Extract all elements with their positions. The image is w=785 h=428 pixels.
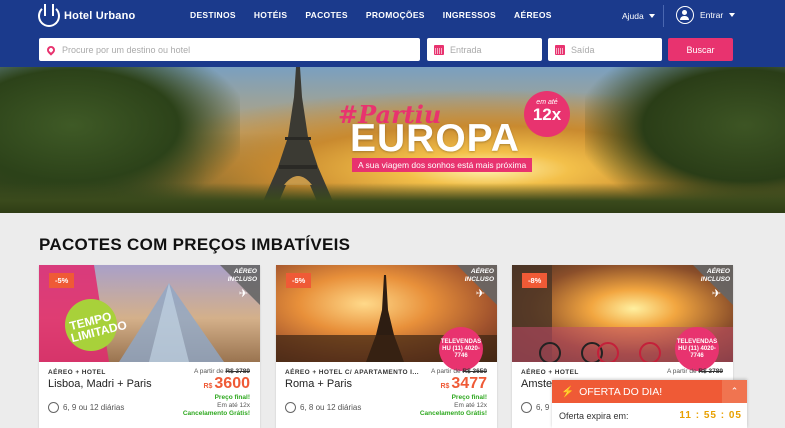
sun-icon (48, 402, 59, 413)
nav-destinos[interactable]: DESTINOS (190, 10, 236, 20)
lightning-icon: ⚡ (561, 386, 575, 398)
airplane-icon: ✈ (238, 288, 248, 300)
discount-badge: -5% (286, 273, 312, 288)
price-from-label: A partir de (430, 368, 461, 375)
help-label: Ajuda (622, 11, 644, 21)
section-title: PACOTES COM PREÇOS IMBATÍVEIS (39, 235, 351, 254)
flight-included-label: AÉREO INCLUSO (227, 268, 257, 283)
package-destination: Roma + Paris (285, 378, 352, 390)
installments-badge: em até 12x (524, 91, 570, 137)
hero-banner[interactable]: #Partiu EUROPA A sua viagem dos sonhos e… (0, 67, 785, 213)
price-from: A partir de R$ 3659 (431, 368, 487, 375)
nav-hoteis[interactable]: HOTÉIS (254, 10, 287, 20)
sun-icon (521, 402, 532, 413)
days-label: 6, 9 (536, 403, 550, 412)
televendas-badge: TELEVENDAS HU (11) 4020-7746 (439, 327, 483, 371)
checkin-field (427, 38, 542, 61)
calendar-icon (555, 44, 565, 55)
price-from-label: A partir de (193, 368, 224, 375)
user-icon (676, 6, 694, 24)
login-label: Entrar (700, 10, 724, 20)
calendar-icon (434, 44, 444, 55)
offer-title: OFERTA DO DIA! (579, 385, 663, 398)
package-type: AÉREO + HOTEL (48, 369, 106, 376)
logo[interactable]: Hotel Urbano (38, 4, 136, 27)
flight-included-label: AÉREO INCLUSO (700, 268, 730, 283)
package-type: AÉREO + HOTEL (521, 369, 579, 376)
package-days: 6, 9 (521, 402, 549, 413)
destination-search (39, 38, 420, 61)
offer-body: Oferta expira em: 11 : 55 : 05 (552, 403, 747, 428)
airplane-icon: ✈ (475, 288, 485, 300)
offer-of-the-day-popup[interactable]: ⚡ OFERTA DO DIA! ⌃ Oferta expira em: 11 … (552, 380, 747, 428)
search-button[interactable]: Buscar (668, 38, 733, 61)
nav-promocoes[interactable]: PROMOÇÕES (366, 10, 425, 20)
hero-grass (0, 183, 785, 213)
site-header: Hotel Urbano DESTINOS HOTÉIS PACOTES PRO… (0, 0, 785, 67)
badge-big-text: 12x (532, 105, 562, 124)
old-price: R$ 3789 (225, 368, 250, 375)
offer-expires-label: Oferta expira em: (559, 410, 629, 421)
package-days: 6, 8 ou 12 diárias (285, 402, 361, 413)
airplane-icon: ✈ (711, 288, 721, 300)
chevron-down-icon (729, 13, 736, 17)
help-menu[interactable]: Ajuda (622, 11, 655, 21)
nav-ingressos[interactable]: INGRESSOS (443, 10, 496, 20)
chevron-up-icon[interactable]: ⌃ (722, 380, 747, 403)
package-price: R$ 3600 (203, 375, 250, 393)
package-price: R$ 3477 (440, 375, 487, 393)
chevron-down-icon (648, 14, 655, 18)
main-nav: DESTINOS HOTÉIS PACOTES PROMOÇÕES INGRES… (190, 10, 570, 20)
days-label: 6, 8 ou 12 diárias (300, 403, 362, 412)
header-divider (663, 5, 664, 27)
nav-pacotes[interactable]: PACOTES (305, 10, 348, 20)
nav-aereos[interactable]: AÉREOS (514, 10, 552, 20)
hero-title: EUROPA (350, 117, 520, 160)
final-price-note: Preço final! (214, 394, 250, 401)
televendas-badge: TELEVENDAS HU (11) 4020-7746 (675, 327, 719, 371)
price-from-label: A partir de (666, 368, 697, 375)
package-destination: Lisboa, Madri + Paris (48, 378, 152, 390)
checkout-input[interactable] (571, 44, 662, 55)
price-value: 3600 (214, 375, 250, 392)
price-from: A partir de R$ 3789 (194, 368, 250, 375)
final-price-note: Preço final! (451, 394, 487, 401)
package-type: AÉREO + HOTEL C/ APARTAMENTO I... (285, 369, 420, 376)
flight-included-label: AÉREO INCLUSO (464, 268, 494, 283)
hotel-urbano-logo-icon (38, 4, 60, 27)
free-cancel-note: Cancelamento Grátis! (182, 410, 250, 417)
discount-badge: -8% (522, 273, 548, 288)
package-days: 6, 9 ou 12 diárias (48, 402, 124, 413)
days-label: 6, 9 ou 12 diárias (63, 403, 125, 412)
price-from: A partir de R$ 3789 (667, 368, 723, 375)
hero-subtitle: A sua viagem dos sonhos está mais próxim… (352, 158, 533, 172)
logo-text: Hotel Urbano (64, 10, 136, 22)
checkout-field (548, 38, 662, 61)
offer-header[interactable]: ⚡ OFERTA DO DIA! ⌃ (552, 380, 747, 403)
sun-icon (285, 402, 296, 413)
installments-note: Em até 12x (454, 402, 487, 409)
package-card[interactable]: -5% AÉREO INCLUSO ✈ TELEVENDAS HU (11) 4… (276, 265, 497, 428)
free-cancel-note: Cancelamento Grátis! (419, 410, 487, 417)
package-card[interactable]: TEMPO LIMITADO -5% AÉREO INCLUSO ✈ AÉREO… (39, 265, 260, 428)
destination-input[interactable] (62, 44, 420, 55)
currency: R$ (203, 383, 213, 390)
installments-note: Em até 12x (217, 402, 250, 409)
top-bar: Hotel Urbano DESTINOS HOTÉIS PACOTES PRO… (0, 0, 785, 32)
currency: R$ (440, 383, 450, 390)
old-price: R$ 3789 (698, 368, 723, 375)
location-pin-icon (45, 43, 57, 56)
price-value: 3477 (451, 375, 487, 392)
login-menu[interactable]: Entrar (676, 6, 736, 24)
price-notes: Preço final! Em até 12x Cancelamento Grá… (183, 394, 250, 418)
price-notes: Preço final! Em até 12x Cancelamento Grá… (420, 394, 487, 418)
package-destination: Amste (521, 378, 553, 390)
checkin-input[interactable] (450, 44, 542, 55)
offer-timer: 11 : 55 : 05 (679, 410, 742, 421)
discount-badge: -5% (49, 273, 75, 288)
old-price: R$ 3659 (462, 368, 487, 375)
